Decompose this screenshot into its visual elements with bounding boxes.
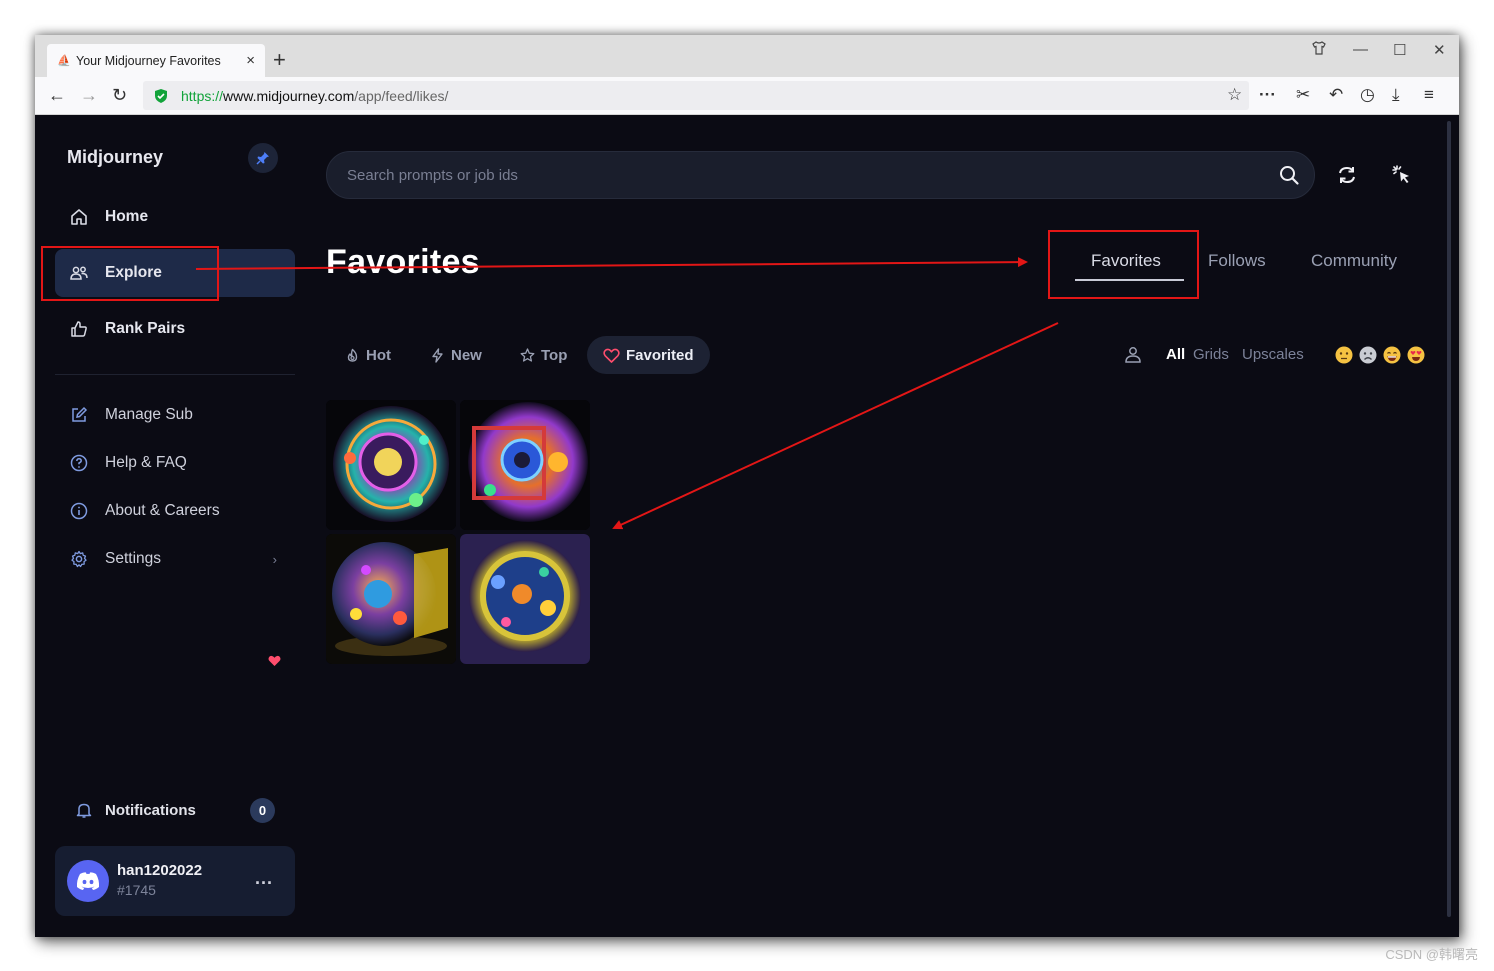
view-upscales[interactable]: Upscales	[1242, 346, 1304, 363]
chevron-right-icon: ›	[272, 551, 277, 567]
filter-top[interactable]: Top	[504, 336, 583, 374]
liked-heart-icon[interactable]	[260, 651, 288, 671]
more-menu-icon[interactable]: ···	[1259, 85, 1276, 105]
sidebar-item-label: Manage Sub	[105, 406, 193, 423]
sidebar-item-label: Rank Pairs	[105, 320, 186, 337]
sidebar-item-label: Settings	[105, 550, 162, 567]
sad-face-emoji-icon[interactable]	[1359, 346, 1377, 364]
forward-icon[interactable]: →	[80, 85, 98, 105]
bookmark-star-icon[interactable]: ☆	[1227, 85, 1242, 105]
help-icon	[70, 454, 88, 472]
brand-logo[interactable]: Midjourney	[67, 147, 163, 168]
grinning-face-emoji-icon[interactable]	[1383, 346, 1401, 364]
nav-bar: ← → ↻ https://www.midjourney.com/app/fee…	[35, 77, 1459, 115]
favorite-image-4[interactable]	[460, 534, 590, 664]
sidebar-item-manage-sub[interactable]: Manage Sub	[55, 391, 295, 439]
notifications-label: Notifications	[105, 801, 196, 819]
filter-label: Hot	[366, 346, 391, 364]
heart-eyes-emoji-icon[interactable]	[1407, 346, 1425, 364]
new-tab-button[interactable]: +	[273, 47, 286, 73]
notifications-count-badge: 0	[250, 798, 275, 823]
favicon-icon: ⛵	[57, 54, 71, 67]
star-icon	[520, 347, 535, 362]
tab-bar: ⛵ Your Midjourney Favorites × + — ☐ ✕	[35, 35, 1459, 77]
user-name: han1202022	[117, 862, 203, 879]
tab-community[interactable]: Community	[1311, 251, 1397, 271]
url-protocol: https://	[181, 87, 224, 104]
sidebar-item-label: Help & FAQ	[105, 454, 187, 471]
scrollbar[interactable]	[1447, 121, 1451, 917]
filter-new[interactable]: New	[414, 336, 498, 374]
page-title: Favorites	[326, 243, 480, 281]
search-icon[interactable]	[1278, 164, 1300, 186]
download-icon[interactable]: ⤓	[1392, 85, 1400, 105]
sidebar-item-rank-pairs[interactable]: Rank Pairs	[55, 305, 295, 353]
bell-icon	[76, 803, 92, 818]
back-icon[interactable]: ←	[48, 85, 66, 105]
sidebar-item-label: Home	[105, 208, 149, 225]
history-icon[interactable]: ◷	[1360, 85, 1375, 105]
filter-label: New	[451, 346, 482, 364]
user-more-button[interactable]: ...	[255, 868, 273, 889]
close-window-icon[interactable]: ✕	[1433, 41, 1446, 59]
maximize-icon[interactable]: ☐	[1393, 41, 1406, 59]
tab-follows[interactable]: Follows	[1208, 251, 1266, 271]
user-card[interactable]: han1202022 #1745 ...	[55, 846, 295, 916]
sidebar-item-settings[interactable]: Settings ›	[55, 535, 295, 583]
favorite-image-3[interactable]	[326, 534, 456, 664]
address-bar[interactable]: https://www.midjourney.com/app/feed/like…	[143, 81, 1249, 110]
sidebar-item-home[interactable]: Home	[55, 193, 295, 241]
undo-icon[interactable]: ↶	[1329, 85, 1343, 105]
url-path: /app/feed/likes/	[354, 87, 449, 104]
cursor-click-icon[interactable]	[1391, 164, 1413, 186]
filter-favorited[interactable]: Favorited	[587, 336, 710, 374]
watermark: CSDN @韩曙亮	[1385, 947, 1478, 962]
sidebar-item-about[interactable]: About & Careers	[55, 487, 295, 535]
url-host: www.midjourney.com	[223, 87, 355, 104]
neutral-face-emoji-icon[interactable]	[1335, 346, 1353, 364]
pin-icon[interactable]	[248, 143, 278, 173]
thumbs-up-icon	[71, 321, 87, 337]
annotation-box-favorites-tab	[1048, 230, 1199, 299]
cut-icon[interactable]: ✂	[1296, 85, 1310, 105]
user-group-icon[interactable]	[1123, 345, 1143, 365]
tab-close-icon[interactable]: ×	[246, 52, 255, 69]
discord-avatar-icon	[67, 860, 109, 902]
info-icon	[70, 502, 88, 520]
refresh-icon[interactable]	[1336, 164, 1358, 186]
filter-hot[interactable]: Hot	[329, 336, 407, 374]
filter-label: Top	[541, 346, 568, 364]
view-all[interactable]: All	[1166, 346, 1185, 363]
search-placeholder: Search prompts or job ids	[347, 166, 518, 184]
search-input[interactable]: Search prompts or job ids	[326, 151, 1315, 199]
menu-icon[interactable]: ≡	[1424, 85, 1434, 105]
midjourney-app: Midjourney Home Explore Rank Pairs Manag…	[35, 115, 1459, 937]
shirt-icon[interactable]	[1312, 41, 1326, 59]
home-icon	[71, 209, 87, 225]
reload-icon[interactable]: ↻	[112, 85, 127, 105]
edit-icon	[72, 406, 88, 422]
browser-window: ⛵ Your Midjourney Favorites × + — ☐ ✕ ← …	[35, 35, 1459, 937]
sidebar-divider	[55, 374, 295, 375]
minimize-icon[interactable]: —	[1353, 41, 1368, 58]
annotation-box-explore	[41, 246, 219, 301]
bolt-icon	[432, 347, 443, 363]
view-grids[interactable]: Grids	[1193, 346, 1229, 363]
filter-label: Favorited	[626, 346, 694, 364]
favorite-image-1[interactable]	[326, 400, 456, 530]
heart-icon	[603, 348, 620, 363]
sidebar-item-label: About & Careers	[105, 502, 220, 519]
flame-icon	[347, 348, 358, 362]
gear-icon	[71, 550, 87, 568]
favorite-image-2[interactable]	[460, 400, 590, 530]
tab-title: Your Midjourney Favorites	[76, 53, 221, 68]
user-tag: #1745	[117, 882, 156, 898]
browser-tab[interactable]: ⛵ Your Midjourney Favorites ×	[47, 44, 265, 77]
notifications-button[interactable]: Notifications	[75, 799, 275, 821]
sidebar-item-help[interactable]: Help & FAQ	[55, 439, 295, 487]
shield-icon	[155, 88, 167, 103]
